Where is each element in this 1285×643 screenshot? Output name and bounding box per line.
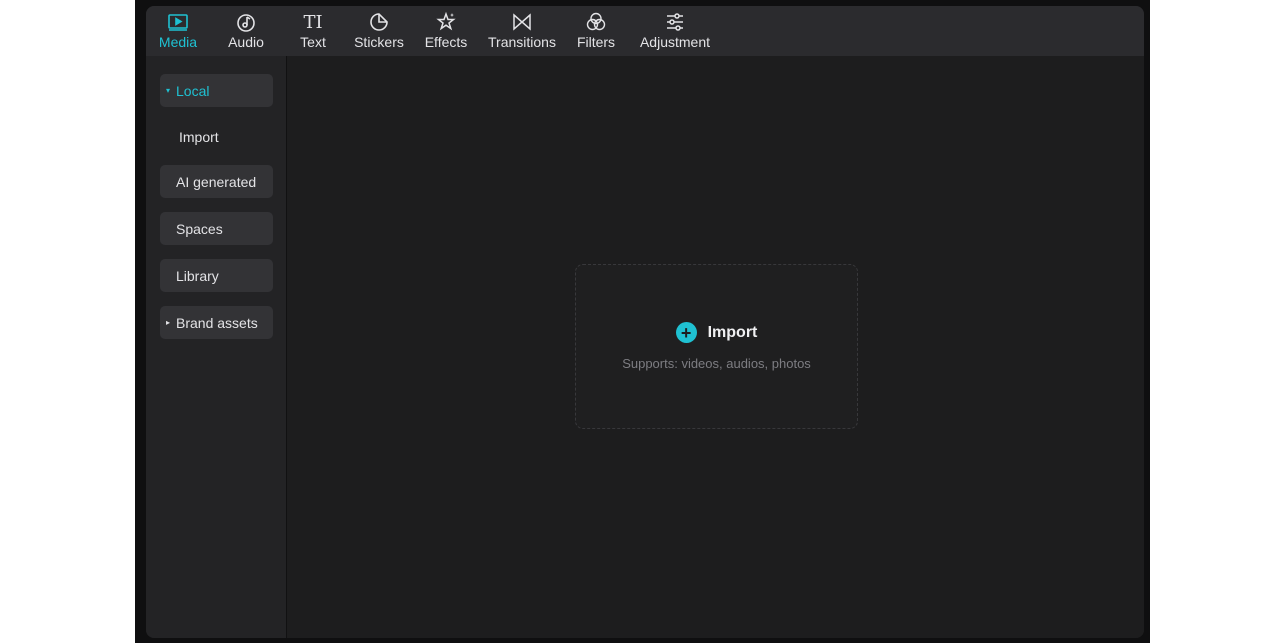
media-content-area: + Import Supports: videos, audios, photo… <box>288 56 1144 638</box>
media-play-icon <box>164 10 192 34</box>
import-dropzone[interactable]: + Import Supports: videos, audios, photo… <box>575 264 858 429</box>
filters-circles-icon <box>582 10 610 34</box>
tab-stickers[interactable]: Stickers <box>351 6 407 56</box>
tab-filters[interactable]: Filters <box>574 6 618 56</box>
effects-star-icon <box>432 10 460 34</box>
tab-audio[interactable]: Audio <box>222 6 270 56</box>
tab-audio-label: Audio <box>228 34 264 50</box>
tab-transitions-label: Transitions <box>488 34 556 50</box>
text-ti-icon: TI <box>303 11 323 33</box>
caret-down-icon: ▾ <box>166 86 171 95</box>
sidebar-item-ai-generated[interactable]: AI generated <box>160 165 273 198</box>
import-button[interactable]: + Import <box>675 322 758 343</box>
top-toolbar: Media Audio TI Text Stickers Effects Tra… <box>146 6 1144 56</box>
supported-formats-text: Supports: videos, audios, photos <box>622 356 811 371</box>
media-sidebar: ▾ Local Import AI generated Spaces Libra… <box>146 56 287 638</box>
sticker-icon <box>365 10 393 34</box>
tab-media[interactable]: Media <box>154 6 202 56</box>
plus-circle-icon: + <box>675 322 697 343</box>
sidebar-item-local[interactable]: ▾ Local <box>160 74 273 107</box>
tab-media-label: Media <box>158 34 198 50</box>
tab-adjustment-label: Adjustment <box>639 34 711 50</box>
sidebar-item-spaces[interactable]: Spaces <box>160 212 273 245</box>
sidebar-item-label: Import <box>179 128 219 145</box>
transitions-bowtie-icon <box>508 10 536 34</box>
tab-text[interactable]: TI Text <box>290 6 336 56</box>
tab-stickers-label: Stickers <box>354 34 404 50</box>
sidebar-item-label: AI generated <box>176 173 257 190</box>
tab-filters-label: Filters <box>576 34 616 50</box>
sidebar-item-brand-assets[interactable]: ▸ Brand assets <box>160 306 273 339</box>
sidebar-item-label: Library <box>176 267 219 284</box>
media-panel: Media Audio TI Text Stickers Effects Tra… <box>146 6 1144 638</box>
sidebar-item-import[interactable]: Import <box>160 120 273 153</box>
tab-text-label: Text <box>300 34 326 50</box>
sidebar-item-label: Spaces <box>176 220 223 237</box>
audio-note-icon <box>232 10 260 34</box>
tab-effects[interactable]: Effects <box>422 6 470 56</box>
sidebar-item-label: Local <box>176 82 210 99</box>
adjustment-sliders-icon <box>661 10 689 34</box>
tab-effects-label: Effects <box>424 34 468 50</box>
sidebar-item-label: Brand assets <box>176 314 258 331</box>
caret-right-icon: ▸ <box>166 318 171 327</box>
tab-adjustment[interactable]: Adjustment <box>634 6 716 56</box>
import-label: Import <box>707 323 758 341</box>
sidebar-item-library[interactable]: Library <box>160 259 273 292</box>
tab-transitions[interactable]: Transitions <box>484 6 560 56</box>
